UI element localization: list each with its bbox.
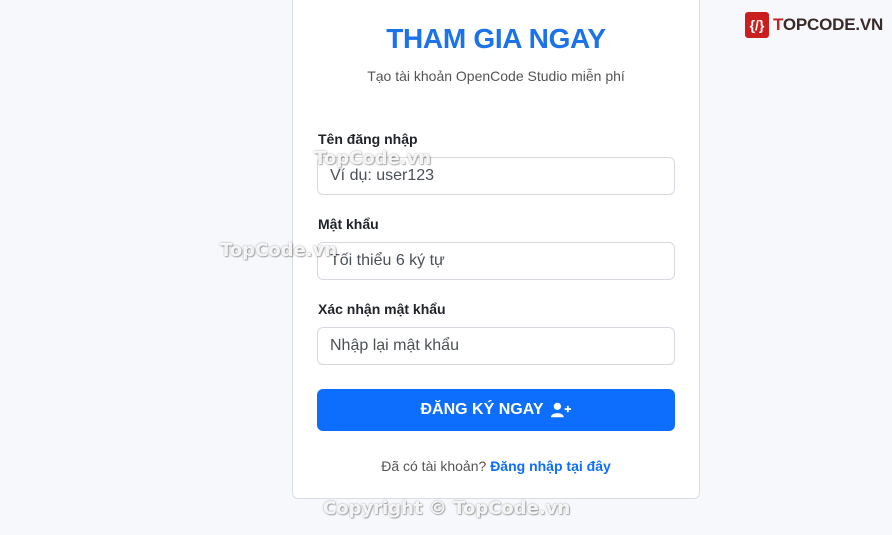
page-subtitle: Tạo tài khoản OpenCode Studio miễn phí <box>367 68 625 84</box>
password-input[interactable] <box>317 242 675 280</box>
login-prompt: Đã có tài khoản? Đăng nhập tại đây <box>293 458 699 474</box>
page-title: THAM GIA NGAY <box>386 23 606 54</box>
user-plus-icon <box>551 402 572 418</box>
logo-badge-icon: {/} <box>745 12 769 38</box>
confirm-password-label: Xác nhận mật khẩu <box>318 301 446 317</box>
logo-text: TOPCODE.VN <box>773 15 883 35</box>
confirm-password-input[interactable] <box>317 327 675 365</box>
password-label: Mật khẩu <box>318 216 379 232</box>
login-link[interactable]: Đăng nhập tại đây <box>490 458 611 474</box>
username-label: Tên đăng nhập <box>318 131 418 147</box>
logo-text-rest: OPCODE.VN <box>782 15 884 34</box>
username-input[interactable] <box>317 157 675 195</box>
register-button-label: ĐĂNG KÝ NGAY <box>420 401 544 418</box>
login-question: Đã có tài khoản? <box>381 458 487 474</box>
register-card: THAM GIA NGAY Tạo tài khoản OpenCode Stu… <box>292 0 700 499</box>
copyright-watermark: Copyright © TopCode.vn <box>323 498 571 519</box>
topcode-logo: {/} TOPCODE.VN <box>745 12 883 38</box>
register-button[interactable]: ĐĂNG KÝ NGAY <box>317 389 675 431</box>
logo-text-prefix: T <box>773 15 783 34</box>
